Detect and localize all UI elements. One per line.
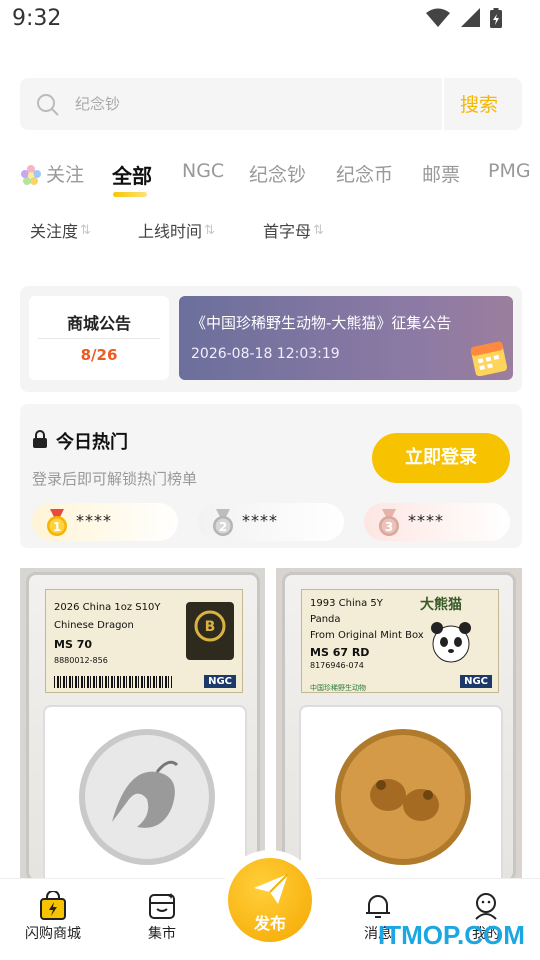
watermark: ITMOP.COM	[378, 920, 525, 950]
battery-icon	[490, 8, 502, 28]
label-line: 2026 China 1oz S10Y	[54, 602, 161, 613]
login-button[interactable]: 立即登录	[372, 433, 510, 483]
lock-icon	[33, 430, 47, 448]
sort-by-initial[interactable]: 首字母 ⇅	[263, 218, 324, 242]
active-tab-indicator	[113, 192, 147, 197]
bronze-medal-icon: 3	[379, 509, 399, 536]
label-line: 1993 China 5Y	[310, 598, 383, 609]
svg-text:B: B	[205, 619, 216, 635]
profile-icon	[475, 893, 497, 920]
notice-timestamp: 2026-08-18 12:03:19	[191, 346, 340, 362]
sort-label: 上线时间	[138, 222, 203, 241]
shopping-bag-lightning-icon	[40, 891, 66, 920]
rank-item[interactable]: 3 ****	[364, 503, 510, 541]
tab-commemorative-notes[interactable]: 纪念钞	[249, 160, 306, 187]
label-line: Panda	[310, 614, 341, 625]
sort-options: 关注度 ⇅ 上线时间 ⇅ 首字母 ⇅	[30, 218, 510, 242]
publish-button-wrap: 发布	[220, 850, 320, 950]
nav-label: 闪购商城	[25, 926, 81, 942]
search-button[interactable]: 搜索	[460, 90, 498, 117]
tab-all[interactable]: 全部	[112, 160, 152, 189]
flower-icon	[21, 165, 41, 185]
coin-window	[43, 705, 247, 878]
notice-banner[interactable]: 《中国珍稀野生动物-大熊猫》征集公告 2026-08-18 12:03:19	[179, 296, 513, 380]
sort-arrows-icon: ⇅	[80, 222, 91, 238]
status-bar: 9:32	[0, 0, 540, 40]
notice-title: 商城公告	[66, 314, 131, 333]
nav-market[interactable]: 集市	[117, 891, 207, 943]
tab-commemorative-coins[interactable]: 纪念币	[336, 160, 393, 187]
hologram-icon: B	[186, 602, 234, 660]
nav-label: 集市	[148, 926, 176, 942]
grader-tag: NGC	[204, 675, 236, 688]
product-card[interactable]: 1993 China 5Y Panda From Original Mint B…	[276, 568, 522, 878]
tab-stamps[interactable]: 邮票	[422, 160, 460, 187]
notice-page-counter: 8/26	[80, 346, 118, 364]
sort-arrows-icon: ⇅	[204, 222, 215, 238]
slab-label: 1993 China 5Y Panda From Original Mint B…	[301, 589, 499, 693]
barcode	[54, 676, 172, 688]
search-bar: 搜索	[20, 78, 522, 130]
sort-arrows-icon: ⇅	[313, 222, 324, 238]
grade: MS 67 RD	[310, 646, 370, 659]
silver-dragon-coin-image	[79, 729, 215, 865]
sort-by-time[interactable]: 上线时间 ⇅	[138, 218, 215, 242]
signal-icon	[461, 8, 480, 27]
coin-window	[299, 705, 503, 878]
svg-text:1: 1	[53, 520, 61, 534]
tab-pmg[interactable]: PMG	[488, 160, 531, 182]
grader-tag: NGC	[460, 675, 492, 688]
notice-headline: 《中国珍稀野生动物-大熊猫》征集公告	[191, 314, 452, 332]
category-tabs: 关注 全部 NGC 纪念钞 纪念币 邮票 PMG	[20, 160, 540, 200]
notice-summary[interactable]: 商城公告 8/26	[29, 296, 169, 380]
panda-illustration-icon	[431, 622, 471, 663]
market-box-icon	[149, 893, 175, 919]
hot-subtitle: 登录后即可解锁热门榜单	[32, 470, 198, 488]
publish-label: 发布	[253, 914, 286, 933]
search-input[interactable]	[75, 91, 435, 117]
nav-flash-mall[interactable]: 闪购商城	[8, 891, 98, 943]
gold-panda-coin-image	[335, 729, 471, 865]
sort-by-popularity[interactable]: 关注度 ⇅	[30, 218, 91, 242]
hot-card: 今日热门 登录后即可解锁热门榜单 立即登录 1 **** 2 **** 3 **…	[20, 404, 522, 548]
sort-label: 关注度	[30, 222, 79, 241]
label-line: From Original Mint Box	[310, 630, 424, 641]
rank-name: ****	[76, 511, 112, 530]
slab-label: 2026 China 1oz S10Y Chinese Dragon MS 70…	[45, 589, 243, 693]
bell-icon	[366, 895, 390, 918]
product-grid: 2026 China 1oz S10Y Chinese Dragon MS 70…	[0, 568, 540, 878]
svg-text:3: 3	[385, 520, 393, 534]
rank-item[interactable]: 2 ****	[198, 503, 344, 541]
label-footer: 中国珍稀野生动物	[310, 684, 366, 692]
wifi-icon	[426, 8, 450, 27]
notice-card: 商城公告 8/26 《中国珍稀野生动物-大熊猫》征集公告 2026-08-18 …	[20, 286, 522, 392]
coin-slab: 2026 China 1oz S10Y Chinese Dragon MS 70…	[26, 572, 260, 878]
calendar-icon	[471, 341, 508, 376]
tab-ngc[interactable]: NGC	[182, 160, 224, 182]
sort-label: 首字母	[263, 222, 312, 241]
publish-button[interactable]: 发布	[228, 858, 312, 942]
silver-medal-icon: 2	[213, 509, 233, 536]
gold-medal-icon: 1	[47, 509, 67, 536]
cert-number: 8176946-074	[310, 661, 364, 670]
search-icon	[37, 94, 59, 116]
status-time: 9:32	[12, 6, 62, 31]
panda-banner-text: 大熊猫	[420, 597, 462, 613]
rank-name: ****	[242, 511, 278, 530]
hot-title: 今日热门	[56, 432, 128, 453]
grade: MS 70	[54, 638, 93, 651]
coin-slab: 1993 China 5Y Panda From Original Mint B…	[282, 572, 516, 878]
status-icons	[426, 8, 502, 28]
rank-item[interactable]: 1 ****	[32, 503, 178, 541]
product-card[interactable]: 2026 China 1oz S10Y Chinese Dragon MS 70…	[20, 568, 265, 878]
tab-follow[interactable]: 关注	[46, 160, 84, 187]
search-divider	[442, 78, 444, 130]
cert-number: 8880012-856	[54, 656, 108, 665]
rank-name: ****	[408, 511, 444, 530]
svg-text:2: 2	[219, 520, 227, 534]
label-line: Chinese Dragon	[54, 620, 134, 631]
divider	[38, 338, 160, 339]
paper-plane-icon	[254, 873, 289, 904]
